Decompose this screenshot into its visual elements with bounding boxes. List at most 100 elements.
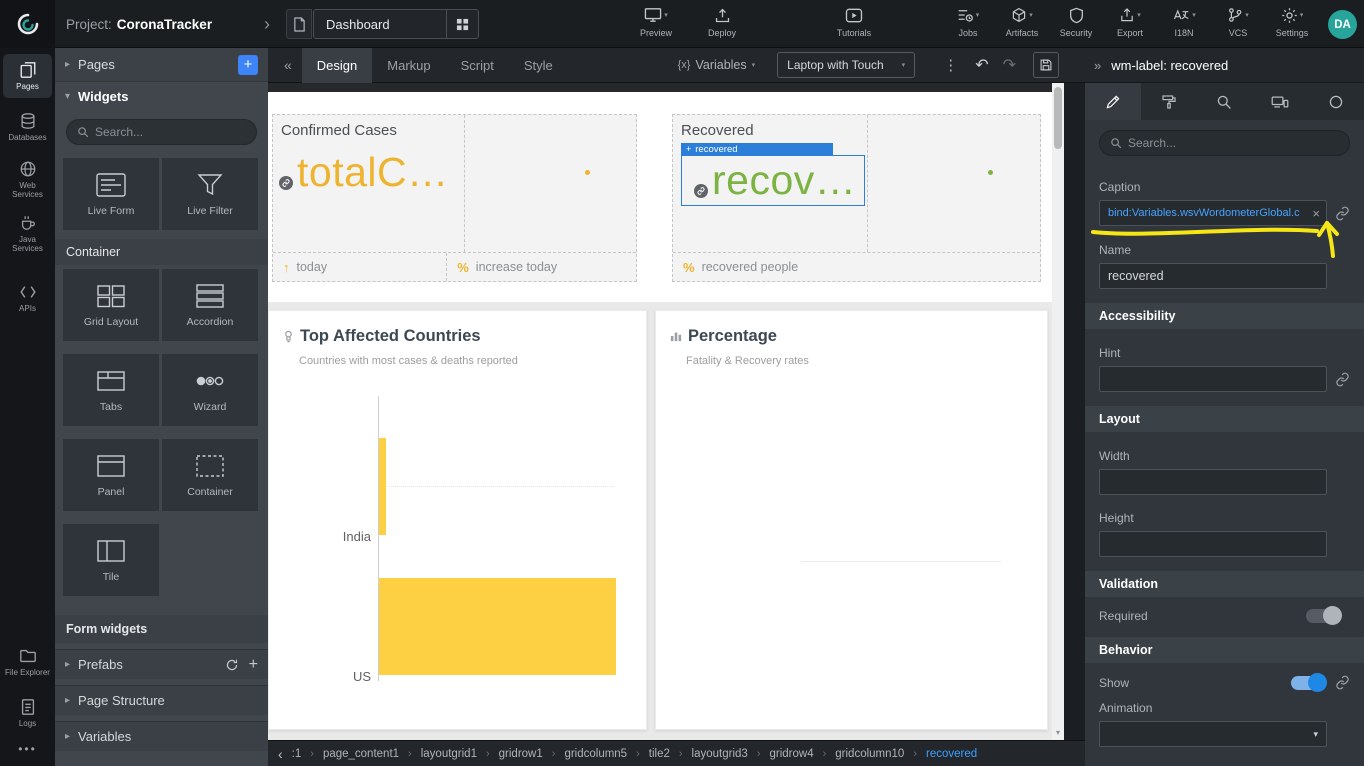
save-button[interactable] xyxy=(1033,52,1059,78)
confirmed-cases-title[interactable]: Confirmed Cases xyxy=(281,122,458,139)
user-avatar[interactable]: DA xyxy=(1328,10,1357,39)
i18n-button[interactable]: ▾ I18N xyxy=(1158,5,1210,38)
prefabs-refresh-icon[interactable] xyxy=(225,658,239,672)
breadcrumb-item[interactable]: gridrow1 xyxy=(499,748,543,760)
caption-field[interactable]: bind:Variables.wsvWordometerGlobal.c × xyxy=(1099,200,1327,226)
tab-design[interactable]: Design xyxy=(302,48,372,83)
security-button[interactable]: Security xyxy=(1050,5,1102,38)
properties-search-input[interactable] xyxy=(1128,136,1339,150)
name-input[interactable] xyxy=(1099,263,1327,289)
vcs-button[interactable]: ▾ VCS xyxy=(1212,5,1264,38)
hint-bind-link-icon[interactable] xyxy=(1335,372,1350,387)
rail-item-pages[interactable]: Pages xyxy=(3,54,52,98)
widget-tile-accordion[interactable]: Accordion xyxy=(162,269,258,341)
percentage-chart[interactable] xyxy=(656,381,1047,729)
breadcrumb-item[interactable]: layoutgrid3 xyxy=(692,748,748,760)
settings-caret-icon[interactable]: ▾ xyxy=(1300,11,1304,19)
tutorials-button[interactable]: Tutorials xyxy=(828,5,880,38)
tab-events[interactable] xyxy=(1308,83,1364,120)
tab-script[interactable]: Script xyxy=(446,48,509,83)
tab-devices[interactable] xyxy=(1252,83,1308,120)
tab-search-properties[interactable] xyxy=(1197,83,1253,120)
percentage-card[interactable]: Percentage Fatality & Recovery rates xyxy=(655,310,1048,730)
clear-bind-icon[interactable]: × xyxy=(1308,206,1320,221)
sidebar-section-page-structure[interactable]: ▸ Page Structure xyxy=(55,685,268,715)
breadcrumb-item[interactable]: gridcolumn5 xyxy=(564,748,627,760)
tab-styles[interactable] xyxy=(1141,83,1197,120)
canvas-scrollbar[interactable]: ▾ xyxy=(1052,83,1064,740)
caption-bind-link-icon[interactable] xyxy=(1335,206,1350,221)
breadcrumb-back-icon[interactable]: ‹ xyxy=(278,746,283,762)
confirmed-cases-tile[interactable]: Confirmed Cases totalC… xyxy=(272,114,637,282)
top-affected-countries-card[interactable]: Top Affected Countries Countries with mo… xyxy=(268,310,647,730)
scrollbar-thumb[interactable] xyxy=(1054,87,1062,149)
sidebar-section-prefabs[interactable]: ▸ Prefabs + xyxy=(55,649,268,679)
scrollbar-down-icon[interactable]: ▾ xyxy=(1052,728,1064,737)
widget-tile-grid-layout[interactable]: Grid Layout xyxy=(63,269,159,341)
recovered-title[interactable]: Recovered xyxy=(681,122,861,139)
sidebar-section-pages[interactable]: ▸ Pages + xyxy=(55,48,268,82)
device-selector[interactable]: Laptop with Touch ▾ xyxy=(777,52,915,78)
tab-style[interactable]: Style xyxy=(509,48,568,83)
preview-button[interactable]: ▾ Preview xyxy=(630,5,682,38)
rail-item-java-services[interactable]: Java Services xyxy=(3,210,52,257)
rail-item-logs[interactable]: Logs xyxy=(3,691,52,735)
sidebar-section-variables[interactable]: ▸ Variables xyxy=(55,721,268,751)
caption-bind-value[interactable]: bind:Variables.wsvWordometerGlobal.c xyxy=(1108,207,1308,219)
show-toggle[interactable] xyxy=(1291,676,1325,690)
widget-tile-live-form[interactable]: Live Form xyxy=(63,158,159,230)
green-dot-widget[interactable] xyxy=(988,170,993,175)
widget-tile-container[interactable]: Container xyxy=(162,439,258,511)
widget-tile-tabs[interactable]: Tabs xyxy=(63,354,159,426)
widget-tile-live-filter[interactable]: Live Filter xyxy=(162,158,258,230)
export-button[interactable]: ▾ Export xyxy=(1104,5,1156,38)
i18n-caret-icon[interactable]: ▾ xyxy=(1192,11,1196,19)
settings-button[interactable]: ▾ Settings xyxy=(1266,5,1318,38)
preview-caret-icon[interactable]: ▾ xyxy=(664,11,668,19)
prefabs-add-icon[interactable]: + xyxy=(249,657,258,673)
widgets-search-input[interactable] xyxy=(95,125,250,139)
add-page-button[interactable]: + xyxy=(238,55,258,75)
page-selector[interactable]: Dashboard xyxy=(313,9,479,39)
amber-dot-widget[interactable] xyxy=(585,170,590,175)
toolbar-more-button[interactable]: ⋮ xyxy=(933,56,968,74)
artifacts-button[interactable]: ▾ Artifacts xyxy=(996,5,1048,38)
today-stat[interactable]: ↑ today xyxy=(273,253,447,281)
breadcrumb-item-active[interactable]: recovered xyxy=(926,748,977,760)
vcs-caret-icon[interactable]: ▾ xyxy=(1245,11,1249,19)
tab-properties[interactable] xyxy=(1085,83,1141,120)
jobs-caret-icon[interactable]: ▾ xyxy=(976,11,980,19)
show-bind-link-icon[interactable] xyxy=(1335,675,1350,690)
increase-today-stat[interactable]: % increase today xyxy=(447,253,567,281)
artifacts-caret-icon[interactable]: ▾ xyxy=(1029,11,1033,19)
properties-search[interactable] xyxy=(1099,130,1350,156)
rail-item-web-services[interactable]: Web Services xyxy=(3,156,52,203)
breadcrumb-item[interactable]: gridrow4 xyxy=(769,748,813,760)
hint-input[interactable] xyxy=(1099,366,1327,392)
recovered-label-widget-selected[interactable]: + recovered recov… xyxy=(681,155,865,206)
height-input[interactable] xyxy=(1099,531,1327,557)
widget-tile-tile[interactable]: Tile xyxy=(63,524,159,596)
confirmed-cases-content[interactable]: Confirmed Cases totalC… xyxy=(273,115,465,252)
undo-button[interactable]: ↶ xyxy=(968,55,995,75)
countries-bar-chart[interactable]: India US xyxy=(269,381,646,729)
selection-tag[interactable]: + recovered xyxy=(681,143,833,156)
widget-tile-panel[interactable]: Panel xyxy=(63,439,159,511)
breadcrumb-item[interactable]: layoutgrid1 xyxy=(421,748,477,760)
recovered-people-stat[interactable]: % recovered people xyxy=(673,253,808,281)
rail-more-button[interactable]: ••• xyxy=(18,742,37,756)
tab-markup[interactable]: Markup xyxy=(372,48,445,83)
widgets-search[interactable] xyxy=(66,119,257,145)
rail-item-databases[interactable]: Databases xyxy=(3,105,52,149)
deploy-button[interactable]: Deploy xyxy=(696,5,748,38)
panel-collapse-icon[interactable]: » xyxy=(1094,58,1101,73)
sidebar-section-widgets[interactable]: ▾ Widgets xyxy=(55,82,268,110)
width-input[interactable] xyxy=(1099,469,1327,495)
jobs-button[interactable]: ▾ Jobs xyxy=(942,5,994,38)
app-logo-icon[interactable] xyxy=(0,0,55,48)
page-doc-icon[interactable] xyxy=(286,9,312,39)
widget-tile-wizard[interactable]: Wizard xyxy=(162,354,258,426)
animation-select[interactable]: ▾ xyxy=(1099,721,1327,747)
recovered-content[interactable]: Recovered + recovered xyxy=(673,115,868,252)
rail-item-file-explorer[interactable]: File Explorer xyxy=(3,640,52,684)
